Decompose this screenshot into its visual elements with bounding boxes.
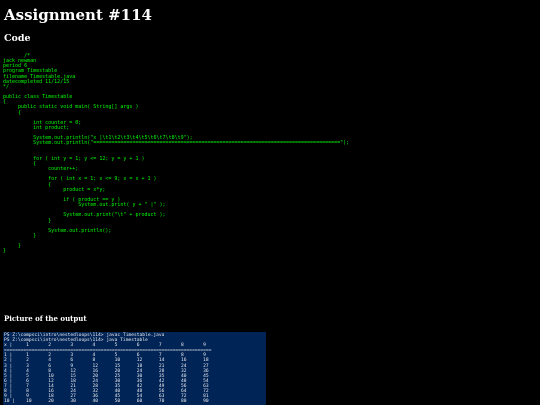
page-title: Assignment #114 [4, 6, 152, 24]
code-line: } [3, 248, 7, 255]
code-line: System.out.println("====================… [3, 140, 350, 147]
code-block: /* jack newman period 6 program Timestable f… [3, 53, 350, 255]
console-line: 10 | 10 20 30 40 50 60 70 80 90 [4, 399, 209, 405]
output-heading: Picture of the output [4, 314, 87, 323]
console-output: PS Z:\compsci\intro\nestedloops\114> jav… [3, 332, 266, 404]
output-screenshot: PS Z:\compsci\intro\nestedloops\114> jav… [3, 332, 266, 405]
code-heading: Code [4, 33, 31, 44]
